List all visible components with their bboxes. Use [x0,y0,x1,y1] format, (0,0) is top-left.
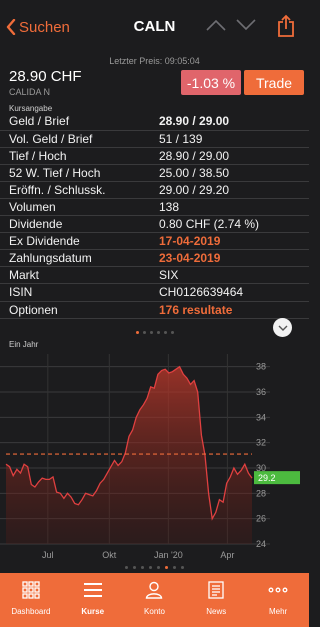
page-dot[interactable] [149,331,153,334]
page-dot[interactable] [149,566,152,569]
info-label: 52 W. Tief / Hoch [0,164,150,182]
page-dot[interactable] [163,331,167,334]
info-value: 28.90 / 29.00 [150,113,309,131]
info-label: Volumen [0,198,150,217]
x-tick-label: Jul [42,550,54,560]
chart-area [6,366,252,544]
tab-bar: Dashboard Kurse Konto News Mehr [0,573,309,627]
page-dot[interactable] [173,566,176,569]
page-dot[interactable] [133,566,136,569]
price-chart[interactable]: 2426283032343638 Jul Okt Jan '20 Apr 29.2 [0,350,309,562]
info-value[interactable]: 23-04-2019 [150,249,309,268]
current-price: 28.90 CHF [9,68,82,85]
y-tick-label: 24 [256,539,266,549]
info-label: Ex Dividende [0,232,150,251]
info-value: 0.80 CHF (2.74 %) [150,215,309,234]
info-row[interactable]: Optionen 176 resultate [0,301,309,319]
info-value: SIX [150,266,309,285]
trade-button[interactable]: Trade [244,70,304,95]
info-row: Vol. Geld / Brief 51 / 139 [0,130,309,148]
last-price-timestamp: Letzter Preis: 09:05:04 [109,56,200,66]
page-dot[interactable] [165,566,168,569]
tab-label: Kurse [81,607,105,616]
info-value[interactable]: 176 resultate [150,301,309,319]
page-dot[interactable] [125,566,128,569]
page-dot[interactable] [141,566,144,569]
info-label: Tief / Hoch [0,147,150,165]
info-label: Vol. Geld / Brief [0,130,150,148]
tab-dashboard[interactable]: Dashboard [0,573,62,627]
header: Suchen CALN [0,0,309,52]
info-label: Eröffn. / Schlussk. [0,181,150,199]
info-row: Markt SIX [0,266,309,285]
info-row: Dividende 0.80 CHF (2.74 %) [0,215,309,234]
info-row: ISIN CH0126639464 [0,283,309,302]
info-row: Volumen 138 [0,198,309,217]
info-value: 29.00 / 29.20 [150,181,309,199]
list-icon [83,581,103,604]
tab-mehr[interactable]: Mehr [247,573,309,627]
info-label: Optionen [0,301,150,319]
info-row: Eröffn. / Schlussk. 29.00 / 29.20 [0,181,309,199]
info-value[interactable]: 17-04-2019 [150,232,309,251]
page-dot[interactable] [142,331,146,334]
info-row[interactable]: Ex Dividende 17-04-2019 [0,232,309,251]
info-label: ISIN [0,283,150,302]
info-row[interactable]: Zahlungsdatum 23-04-2019 [0,249,309,268]
tab-label: Konto [144,607,165,616]
chart-period-label: Ein Jahr [9,340,39,349]
kursangabe-label: Kursangabe [9,104,53,113]
info-row: Tief / Hoch 28.90 / 29.00 [0,147,309,165]
x-tick-label: Apr [220,550,234,560]
info-value: 25.00 / 38.50 [150,164,309,182]
info-value: 138 [150,198,309,217]
security-name: CALIDA N [9,87,51,97]
info-value: 51 / 139 [150,130,309,148]
page-dot[interactable] [156,331,160,334]
info-label: Markt [0,266,150,285]
page-dot[interactable] [181,566,184,569]
tab-kurse[interactable]: Kurse [62,573,124,627]
y-tick-label: 34 [256,412,266,422]
arrow-down-icon[interactable] [236,19,256,31]
info-label: Geld / Brief [0,113,150,131]
x-tick-label: Jan '20 [154,550,183,560]
chevron-down-icon [278,325,287,331]
y-tick-label: 26 [256,514,266,524]
info-row: Geld / Brief 28.90 / 29.00 [0,113,309,131]
expand-button[interactable] [273,318,292,337]
info-row: 52 W. Tief / Hoch 25.00 / 38.50 [0,164,309,182]
y-tick-label: 28 [256,488,266,498]
page-title: CALN [133,18,176,35]
current-value-label: 29.2 [258,473,276,483]
page-indicator-bottom[interactable] [0,566,309,569]
more-dots-icon [268,581,288,604]
info-table: Geld / Brief 28.90 / 29.00 Vol. Geld / Bri… [0,113,309,319]
page-indicator-top[interactable] [0,331,309,334]
y-tick-label: 36 [256,387,266,397]
info-label: Dividende [0,215,150,234]
y-tick-label: 32 [256,438,266,448]
tab-label: Dashboard [11,607,51,616]
dashboard-grid-icon [22,581,40,604]
tab-label: Mehr [268,607,288,616]
change-badge: -1.03 % [181,70,241,95]
info-label: Zahlungsdatum [0,249,150,268]
newspaper-icon [207,581,225,604]
info-value: CH0126639464 [150,283,309,302]
y-tick-label: 38 [256,362,266,372]
page-dot[interactable] [170,331,174,334]
tab-konto[interactable]: Konto [124,573,186,627]
x-tick-label: Okt [102,550,117,560]
tab-news[interactable]: News [185,573,247,627]
page-dot[interactable] [157,566,160,569]
info-value: 28.90 / 29.00 [150,147,309,165]
share-icon[interactable] [277,14,295,38]
person-icon [145,581,163,604]
page-dot[interactable] [135,331,139,334]
arrow-up-icon[interactable] [206,19,226,31]
tab-label: News [206,607,227,616]
